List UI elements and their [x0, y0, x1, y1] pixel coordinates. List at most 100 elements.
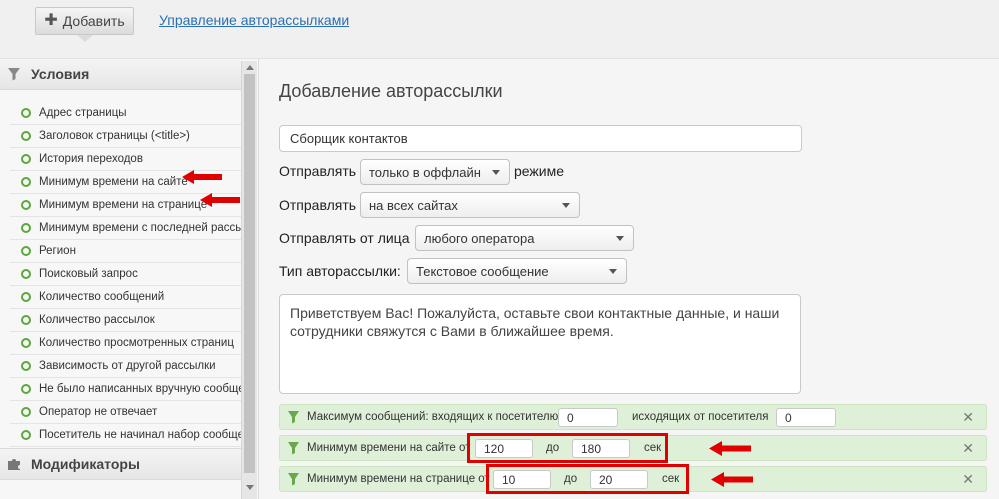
condition-item-min-time-last-send[interactable]: Минимум времени с последней рассылки [10, 217, 241, 240]
scroll-up-icon[interactable] [246, 65, 254, 70]
circle-icon [21, 338, 31, 348]
filter-icon [288, 411, 299, 424]
puzzle-icon [8, 459, 20, 470]
condition-label: Количество просмотренных страниц [39, 337, 234, 349]
condition-label: История переходов [39, 153, 143, 165]
rule-max-messages: Максимум сообщений: входящих к посетител… [279, 404, 987, 430]
condition-item-message-count[interactable]: Количество сообщений [10, 286, 241, 309]
condition-label: Адрес страницы [39, 107, 127, 119]
circle-icon [21, 223, 31, 233]
outgoing-label: исходящих от посетителя [632, 411, 769, 423]
circle-icon [21, 430, 31, 440]
close-icon[interactable]: ✕ [962, 409, 974, 426]
close-icon[interactable]: ✕ [962, 471, 974, 488]
scroll-thumb[interactable] [244, 74, 255, 473]
condition-item-visitor-not-typing[interactable]: Посетитель не начинал набор сообщения [10, 424, 241, 447]
circle-icon [21, 246, 31, 256]
condition-item-no-manual-messages[interactable]: Не было написанных вручную сообщений [10, 378, 241, 401]
circle-icon [21, 407, 31, 417]
modifiers-header[interactable]: Модификаторы [0, 448, 241, 480]
main-panel: Добавление авторассылки Сборщик контакто… [259, 59, 999, 499]
type-value: Текстовое сообщение [416, 263, 549, 279]
condition-label: Количество рассылок [39, 314, 155, 326]
chevron-down-icon [609, 269, 617, 274]
filter-icon [288, 442, 299, 455]
rule-min-time-page-label: Минимум времени на странице от [307, 473, 490, 485]
circle-icon [21, 361, 31, 371]
top-toolbar: ✚ Добавить Управление авторассылками [0, 0, 999, 59]
max-incoming-input[interactable]: 0 [558, 408, 618, 427]
manage-autosends-link[interactable]: Управление авторассылками [159, 12, 349, 28]
add-button-notch [77, 35, 93, 42]
rule-max-messages-label: Максимум сообщений: входящих к посетител… [307, 411, 559, 423]
condition-item-page-url[interactable]: Адрес страницы [10, 102, 241, 125]
condition-label: Зависимость от другой рассылки [39, 360, 216, 372]
message-textarea[interactable]: Приветствуем Вас! Пожалуйста, оставьте с… [279, 294, 801, 394]
circle-icon [21, 177, 31, 187]
condition-label: Посетитель не начинал набор сообщения [39, 429, 241, 441]
condition-item-region[interactable]: Регион [10, 240, 241, 263]
send-from-select[interactable]: любого оператора [415, 225, 634, 251]
max-outgoing-input[interactable]: 0 [776, 408, 836, 427]
condition-item-pages-viewed[interactable]: Количество просмотренных страниц [10, 332, 241, 355]
chevron-down-icon [492, 170, 500, 175]
circle-icon [21, 269, 31, 279]
chevron-down-icon [616, 236, 624, 241]
page-title: Добавление авторассылки [279, 81, 503, 101]
condition-label: Регион [39, 245, 76, 257]
send-mode-label: Отправлять [279, 163, 357, 179]
close-icon[interactable]: ✕ [962, 440, 974, 457]
highlight-box [467, 433, 668, 463]
scroll-down-icon[interactable] [246, 485, 254, 490]
send-sites-value: на всех сайтах [369, 197, 458, 213]
condition-item-send-count[interactable]: Количество рассылок [10, 309, 241, 332]
send-mode-select[interactable]: только в оффлайн [360, 159, 510, 185]
plus-icon: ✚ [44, 12, 58, 29]
send-sites-select[interactable]: на всех сайтах [360, 192, 580, 218]
condition-label: Поисковый запрос [39, 268, 138, 280]
send-from-label: Отправлять от лица [279, 230, 410, 246]
arrow-icon [709, 441, 751, 456]
send-from-value: любого оператора [424, 230, 535, 246]
send-mode-value: только в оффлайн [369, 164, 481, 180]
mode-suffix-label: режиме [514, 163, 565, 179]
condition-label: Количество сообщений [39, 291, 165, 303]
arrow-icon [200, 193, 240, 207]
condition-item-dependency[interactable]: Зависимость от другой рассылки [10, 355, 241, 378]
condition-label: Не было написанных вручную сообщений [39, 383, 241, 395]
chevron-down-icon [562, 203, 570, 208]
circle-icon [21, 108, 31, 118]
circle-icon [21, 154, 31, 164]
condition-item-history[interactable]: История переходов [10, 148, 241, 171]
circle-icon [21, 292, 31, 302]
sidebar: Условия Адрес страницы Заголовок страниц… [0, 59, 259, 499]
conditions-header[interactable]: Условия [0, 59, 241, 90]
condition-item-operator-not-answering[interactable]: Оператор не отвечает [10, 401, 241, 424]
condition-item-page-title[interactable]: Заголовок страницы (<title>) [10, 125, 241, 148]
arrow-icon [182, 170, 222, 184]
condition-label: Минимум времени на странице [39, 199, 208, 211]
autosend-name-input[interactable]: Сборщик контактов [279, 125, 802, 152]
circle-icon [21, 200, 31, 210]
conditions-title: Условия [31, 66, 90, 82]
rule-min-time-site-label: Минимум времени на сайте от [307, 442, 471, 454]
filter-icon [8, 68, 20, 81]
condition-label: Минимум времени на сайте [39, 176, 188, 188]
circle-icon [21, 131, 31, 141]
add-button-label: Добавить [62, 13, 125, 29]
circle-icon [21, 315, 31, 325]
condition-item-search-query[interactable]: Поисковый запрос [10, 263, 241, 286]
highlight-box [486, 464, 689, 494]
type-select[interactable]: Текстовое сообщение [407, 258, 627, 284]
conditions-list: Адрес страницы Заголовок страницы (<titl… [10, 102, 241, 447]
condition-label: Оператор не отвечает [39, 406, 158, 418]
condition-label: Минимум времени с последней рассылки [39, 222, 241, 234]
modifiers-title: Модификаторы [31, 456, 140, 472]
type-label: Тип авторассылки: [279, 263, 401, 279]
send-sites-label: Отправлять [279, 197, 357, 213]
add-button[interactable]: ✚ Добавить [35, 7, 134, 35]
filter-icon [288, 473, 299, 486]
sidebar-scrollbar[interactable] [241, 61, 257, 499]
circle-icon [21, 384, 31, 394]
condition-label: Заголовок страницы (<title>) [39, 130, 190, 142]
